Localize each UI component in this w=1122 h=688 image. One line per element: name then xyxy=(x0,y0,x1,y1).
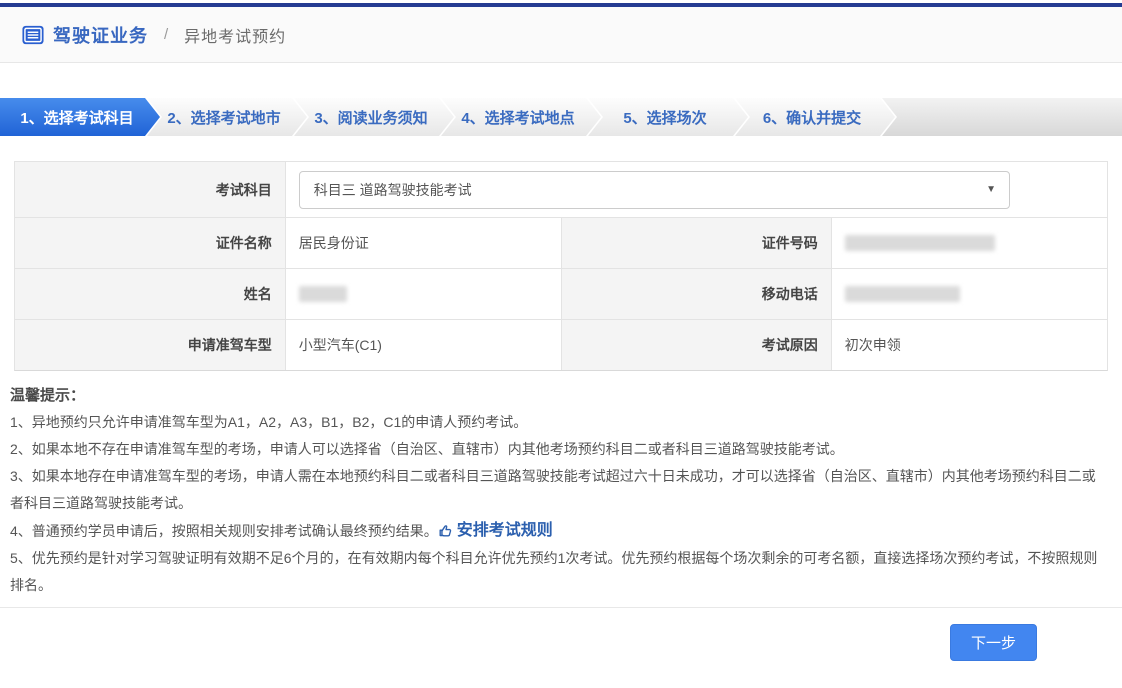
exam-reason-label: 考试原因 xyxy=(560,320,831,370)
vehicle-type-label: 申请准驾车型 xyxy=(15,320,285,370)
mobile-phone-redacted-value xyxy=(844,286,960,302)
exam-subject-select[interactable]: 科目三 道路驾驶技能考试 ▼ xyxy=(298,170,1010,209)
applicant-info-table: 考试科目 科目三 道路驾驶技能考试 ▼ 证件名称 居民身份证 证件号码 姓名 移… xyxy=(14,161,1108,371)
step-tab-2-select-city[interactable]: 2、选择考试地市 xyxy=(147,98,307,136)
license-list-icon xyxy=(22,24,44,46)
name-redacted-value xyxy=(298,286,347,302)
cert-number-redacted-value xyxy=(844,235,995,251)
step-bar-filler xyxy=(882,98,1122,136)
tip-item-2: 2、如果本地不存在申请准驾车型的考场，申请人可以选择省（自治区、直辖市）内其他考… xyxy=(10,441,844,457)
service-category-link[interactable]: 驾驶证业务 xyxy=(53,22,148,48)
dropdown-arrow-icon: ▼ xyxy=(986,184,996,195)
cert-name-value: 居民身份证 xyxy=(284,218,561,268)
step-tab-5-select-session[interactable]: 5、选择场次 xyxy=(588,98,748,136)
mobile-phone-label: 移动电话 xyxy=(560,269,831,319)
thumbs-up-icon xyxy=(439,525,452,537)
exam-rules-link[interactable]: 安排考试规则 xyxy=(438,517,553,544)
cert-name-label: 证件名称 xyxy=(15,218,285,268)
warm-tips-heading: 温馨提示： xyxy=(10,387,86,404)
footer-action-bar: 下一步 xyxy=(0,607,1122,661)
tip-item-3: 3、如果本地存在申请准驾车型的考场，申请人需在本地预约科目二或者科目三道路驾驶技… xyxy=(10,468,1096,511)
current-page-title: 异地考试预约 xyxy=(184,28,287,46)
step-tab-1-select-subject[interactable]: 1、选择考试科目 xyxy=(0,98,160,136)
tip-item-4: 4、普通预约学员申请后，按照相关规则安排考试确认最终预约结果。 安排考试规则 xyxy=(10,517,1108,545)
next-step-button[interactable]: 下一步 xyxy=(949,624,1037,661)
tip-item-4-text: 4、普通预约学员申请后，按照相关规则安排考试确认最终预约结果。 xyxy=(10,523,438,539)
tip-item-5: 5、优先预约是针对学习驾驶证明有效期不足6个月的，在有效期内每个科目允许优先预约… xyxy=(10,550,1098,593)
step-tab-4-select-site[interactable]: 4、选择考试地点 xyxy=(441,98,601,136)
exam-subject-label: 考试科目 xyxy=(15,162,285,217)
cert-number-label: 证件号码 xyxy=(560,218,831,268)
exam-rules-link-label: 安排考试规则 xyxy=(456,522,553,539)
name-label: 姓名 xyxy=(15,269,285,319)
breadcrumb: 驾驶证业务 / 异地考试预约 xyxy=(0,7,1122,63)
step-tab-6-confirm-submit[interactable]: 6、确认并提交 xyxy=(735,98,895,136)
exam-subject-selected-value: 科目三 道路驾驶技能考试 xyxy=(313,181,472,198)
tip-item-1: 1、异地预约只允许申请准驾车型为A1，A2，A3，B1，B2，C1的申请人预约考… xyxy=(10,414,528,430)
warm-tips-section: 温馨提示： 1、异地预约只允许申请准驾车型为A1，A2，A3，B1，B2，C1的… xyxy=(10,384,1108,599)
breadcrumb-separator: / xyxy=(164,26,169,43)
vehicle-type-value: 小型汽车(C1) xyxy=(284,320,561,370)
wizard-step-bar: 1、选择考试科目 2、选择考试地市 3、阅读业务须知 4、选择考试地点 5、选择… xyxy=(0,98,1122,136)
step-tab-3-read-notice[interactable]: 3、阅读业务须知 xyxy=(294,98,454,136)
exam-reason-value: 初次申领 xyxy=(830,320,1107,370)
